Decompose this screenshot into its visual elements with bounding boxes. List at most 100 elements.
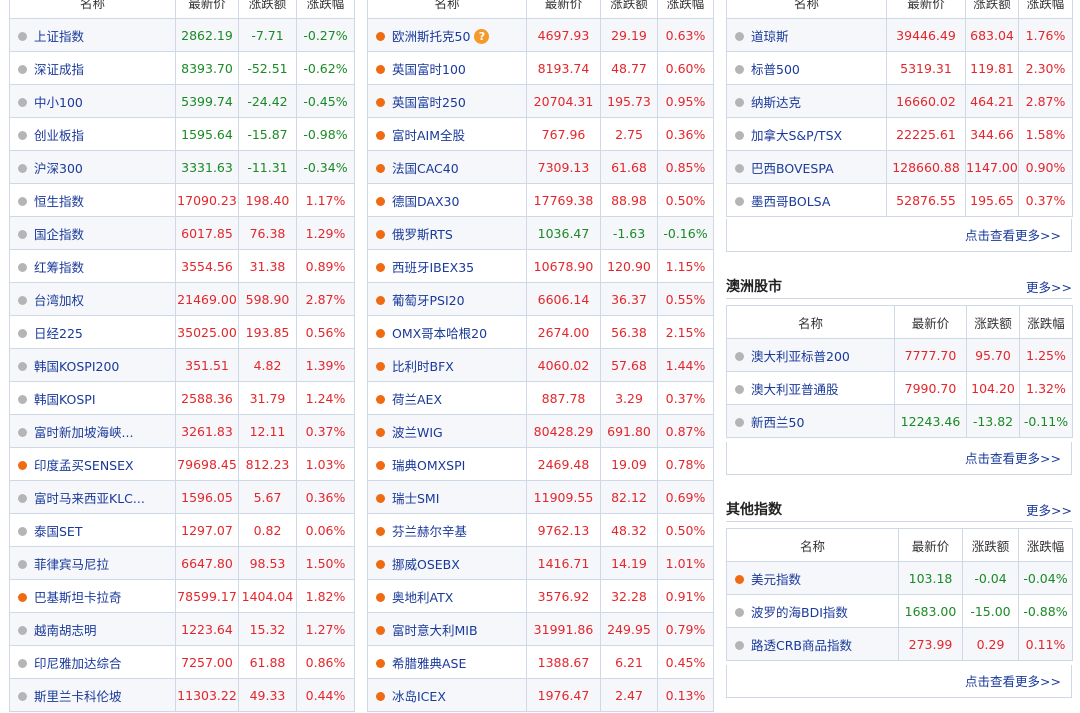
australia-view-more-link[interactable]: 点击查看更多>> — [726, 442, 1072, 475]
table-row[interactable]: 道琼斯 39446.49 683.04 1.76% — [726, 18, 1073, 52]
index-name-link[interactable]: 挪威OSEBX — [392, 557, 460, 572]
table-row[interactable]: 韩国KOSPI200 351.51 4.82 1.39% — [9, 348, 355, 382]
index-name-link[interactable]: 红筹指数 — [34, 260, 84, 275]
index-name-cell[interactable]: 韩国KOSPI — [9, 381, 176, 415]
index-name-cell[interactable]: 中小100 — [9, 84, 176, 118]
index-name-link[interactable]: OMX哥本哈根20 — [392, 326, 487, 341]
index-name-cell[interactable]: 印度孟买SENSEX — [9, 447, 176, 481]
table-row[interactable]: 瑞典OMXSPI 2469.48 19.09 0.78% — [367, 447, 714, 481]
index-name-link[interactable]: 俄罗斯RTS — [392, 227, 453, 242]
index-name-link[interactable]: 富时马来西亚KLC... — [34, 491, 145, 506]
index-name-cell[interactable]: 法国CAC40 — [367, 150, 527, 184]
index-name-cell[interactable]: 标普500 — [726, 51, 887, 85]
index-name-link[interactable]: 韩国KOSPI200 — [34, 359, 119, 374]
index-name-cell[interactable]: 菲律宾马尼拉 — [9, 546, 176, 580]
table-row[interactable]: 澳大利亚标普200 7777.70 95.70 1.25% — [726, 338, 1073, 372]
index-name-link[interactable]: 巴基斯坦卡拉奇 — [34, 590, 122, 605]
index-name-link[interactable]: 欧洲斯托克50 — [392, 29, 470, 44]
index-name-cell[interactable]: 创业板指 — [9, 117, 176, 151]
index-name-link[interactable]: 中小100 — [34, 95, 83, 110]
index-name-link[interactable]: 上证指数 — [34, 29, 84, 44]
index-name-cell[interactable]: 沪深300 — [9, 150, 176, 184]
table-row[interactable]: 奥地利ATX 3576.92 32.28 0.91% — [367, 579, 714, 613]
index-name-cell[interactable]: 上证指数 — [9, 18, 176, 52]
index-name-link[interactable]: 冰岛ICEX — [392, 689, 446, 704]
table-row[interactable]: 墨西哥BOLSA 52876.55 195.65 0.37% — [726, 183, 1073, 217]
index-name-cell[interactable]: 巴西BOVESPA — [726, 150, 887, 184]
index-name-link[interactable]: 美元指数 — [751, 572, 801, 587]
table-row[interactable]: 中小100 5399.74 -24.42 -0.45% — [9, 84, 355, 118]
table-row[interactable]: 挪威OSEBX 1416.71 14.19 1.01% — [367, 546, 714, 580]
table-row[interactable]: 欧洲斯托克50? 4697.93 29.19 0.63% — [367, 18, 714, 52]
table-row[interactable]: 国企指数 6017.85 76.38 1.29% — [9, 216, 355, 250]
table-row[interactable]: 加拿大S&P/TSX 22225.61 344.66 1.58% — [726, 117, 1073, 151]
table-row[interactable]: 深证成指 8393.70 -52.51 -0.62% — [9, 51, 355, 85]
index-name-link[interactable]: 波兰WIG — [392, 425, 443, 440]
index-name-link[interactable]: 越南胡志明 — [34, 623, 97, 638]
australia-more-link[interactable]: 更多>> — [1026, 277, 1072, 296]
index-name-link[interactable]: 创业板指 — [34, 128, 84, 143]
table-row[interactable]: 路透CRB商品指数 273.99 0.29 0.11% — [726, 627, 1073, 661]
index-name-link[interactable]: 希腊雅典ASE — [392, 656, 466, 671]
index-name-link[interactable]: 沪深300 — [34, 161, 83, 176]
index-name-link[interactable]: 澳大利亚普通股 — [751, 382, 839, 397]
table-row[interactable]: 法国CAC40 7309.13 61.68 0.85% — [367, 150, 714, 184]
table-row[interactable]: 瑞士SMI 11909.55 82.12 0.69% — [367, 480, 714, 514]
index-name-link[interactable]: 国企指数 — [34, 227, 84, 242]
index-name-cell[interactable]: 深证成指 — [9, 51, 176, 85]
index-name-link[interactable]: 道琼斯 — [751, 29, 789, 44]
index-name-link[interactable]: 富时AIM全股 — [392, 128, 465, 143]
other-view-more-link[interactable]: 点击查看更多>> — [726, 665, 1072, 698]
table-row[interactable]: 印度孟买SENSEX 79698.45 812.23 1.03% — [9, 447, 355, 481]
table-row[interactable]: 菲律宾马尼拉 6647.80 98.53 1.50% — [9, 546, 355, 580]
index-name-link[interactable]: 新西兰50 — [751, 415, 804, 430]
index-name-link[interactable]: 瑞士SMI — [392, 491, 439, 506]
index-name-link[interactable]: 路透CRB商品指数 — [751, 638, 852, 653]
index-name-cell[interactable]: 英国富时250 — [367, 84, 527, 118]
other-more-link[interactable]: 更多>> — [1026, 500, 1072, 519]
index-name-cell[interactable]: 富时意大利MIB — [367, 612, 527, 646]
index-name-cell[interactable]: 英国富时100 — [367, 51, 527, 85]
index-name-cell[interactable]: 希腊雅典ASE — [367, 645, 527, 679]
index-name-cell[interactable]: 富时新加坡海峡... — [9, 414, 176, 448]
index-name-link[interactable]: 西班牙IBEX35 — [392, 260, 474, 275]
table-row[interactable]: 创业板指 1595.64 -15.87 -0.98% — [9, 117, 355, 151]
index-name-cell[interactable]: 印尼雅加达综合 — [9, 645, 176, 679]
index-name-cell[interactable]: 芬兰赫尔辛基 — [367, 513, 527, 547]
index-name-link[interactable]: 英国富时250 — [392, 95, 466, 110]
index-name-cell[interactable]: 瑞典OMXSPI — [367, 447, 527, 481]
table-row[interactable]: 美元指数 103.18 -0.04 -0.04% — [726, 561, 1073, 595]
table-row[interactable]: 台湾加权 21469.00 598.90 2.87% — [9, 282, 355, 316]
index-name-cell[interactable]: 荷兰AEX — [367, 381, 527, 415]
index-name-cell[interactable]: 韩国KOSPI200 — [9, 348, 176, 382]
index-name-cell[interactable]: 日经225 — [9, 315, 176, 349]
index-name-cell[interactable]: 比利时BFX — [367, 348, 527, 382]
index-name-cell[interactable]: 澳大利亚普通股 — [726, 371, 895, 405]
table-row[interactable]: 红筹指数 3554.56 31.38 0.89% — [9, 249, 355, 283]
index-name-cell[interactable]: 路透CRB商品指数 — [726, 627, 899, 661]
table-row[interactable]: 富时AIM全股 767.96 2.75 0.36% — [367, 117, 714, 151]
index-name-link[interactable]: 比利时BFX — [392, 359, 454, 374]
index-name-link[interactable]: 斯里兰卡科伦坡 — [34, 689, 122, 704]
table-row[interactable]: 标普500 5319.31 119.81 2.30% — [726, 51, 1073, 85]
index-name-cell[interactable]: 国企指数 — [9, 216, 176, 250]
table-row[interactable]: 冰岛ICEX 1976.47 2.47 0.13% — [367, 678, 714, 712]
index-name-cell[interactable]: 美元指数 — [726, 561, 899, 595]
index-name-link[interactable]: 日经225 — [34, 326, 83, 341]
index-name-cell[interactable]: 纳斯达克 — [726, 84, 887, 118]
index-name-cell[interactable]: 冰岛ICEX — [367, 678, 527, 712]
index-name-link[interactable]: 韩国KOSPI — [34, 392, 96, 407]
index-name-cell[interactable]: 恒生指数 — [9, 183, 176, 217]
index-name-cell[interactable]: 泰国SET — [9, 513, 176, 547]
index-name-link[interactable]: 巴西BOVESPA — [751, 161, 834, 176]
table-row[interactable]: 波罗的海BDI指数 1683.00 -15.00 -0.88% — [726, 594, 1073, 628]
table-row[interactable]: 上证指数 2862.19 -7.71 -0.27% — [9, 18, 355, 52]
table-row[interactable]: 巴基斯坦卡拉奇 78599.17 1404.04 1.82% — [9, 579, 355, 613]
index-name-link[interactable]: 深证成指 — [34, 62, 84, 77]
index-name-cell[interactable]: OMX哥本哈根20 — [367, 315, 527, 349]
index-name-link[interactable]: 标普500 — [751, 62, 800, 77]
table-row[interactable]: 俄罗斯RTS 1036.47 -1.63 -0.16% — [367, 216, 714, 250]
index-name-cell[interactable]: 奥地利ATX — [367, 579, 527, 613]
table-row[interactable]: 荷兰AEX 887.78 3.29 0.37% — [367, 381, 714, 415]
index-name-cell[interactable]: 台湾加权 — [9, 282, 176, 316]
